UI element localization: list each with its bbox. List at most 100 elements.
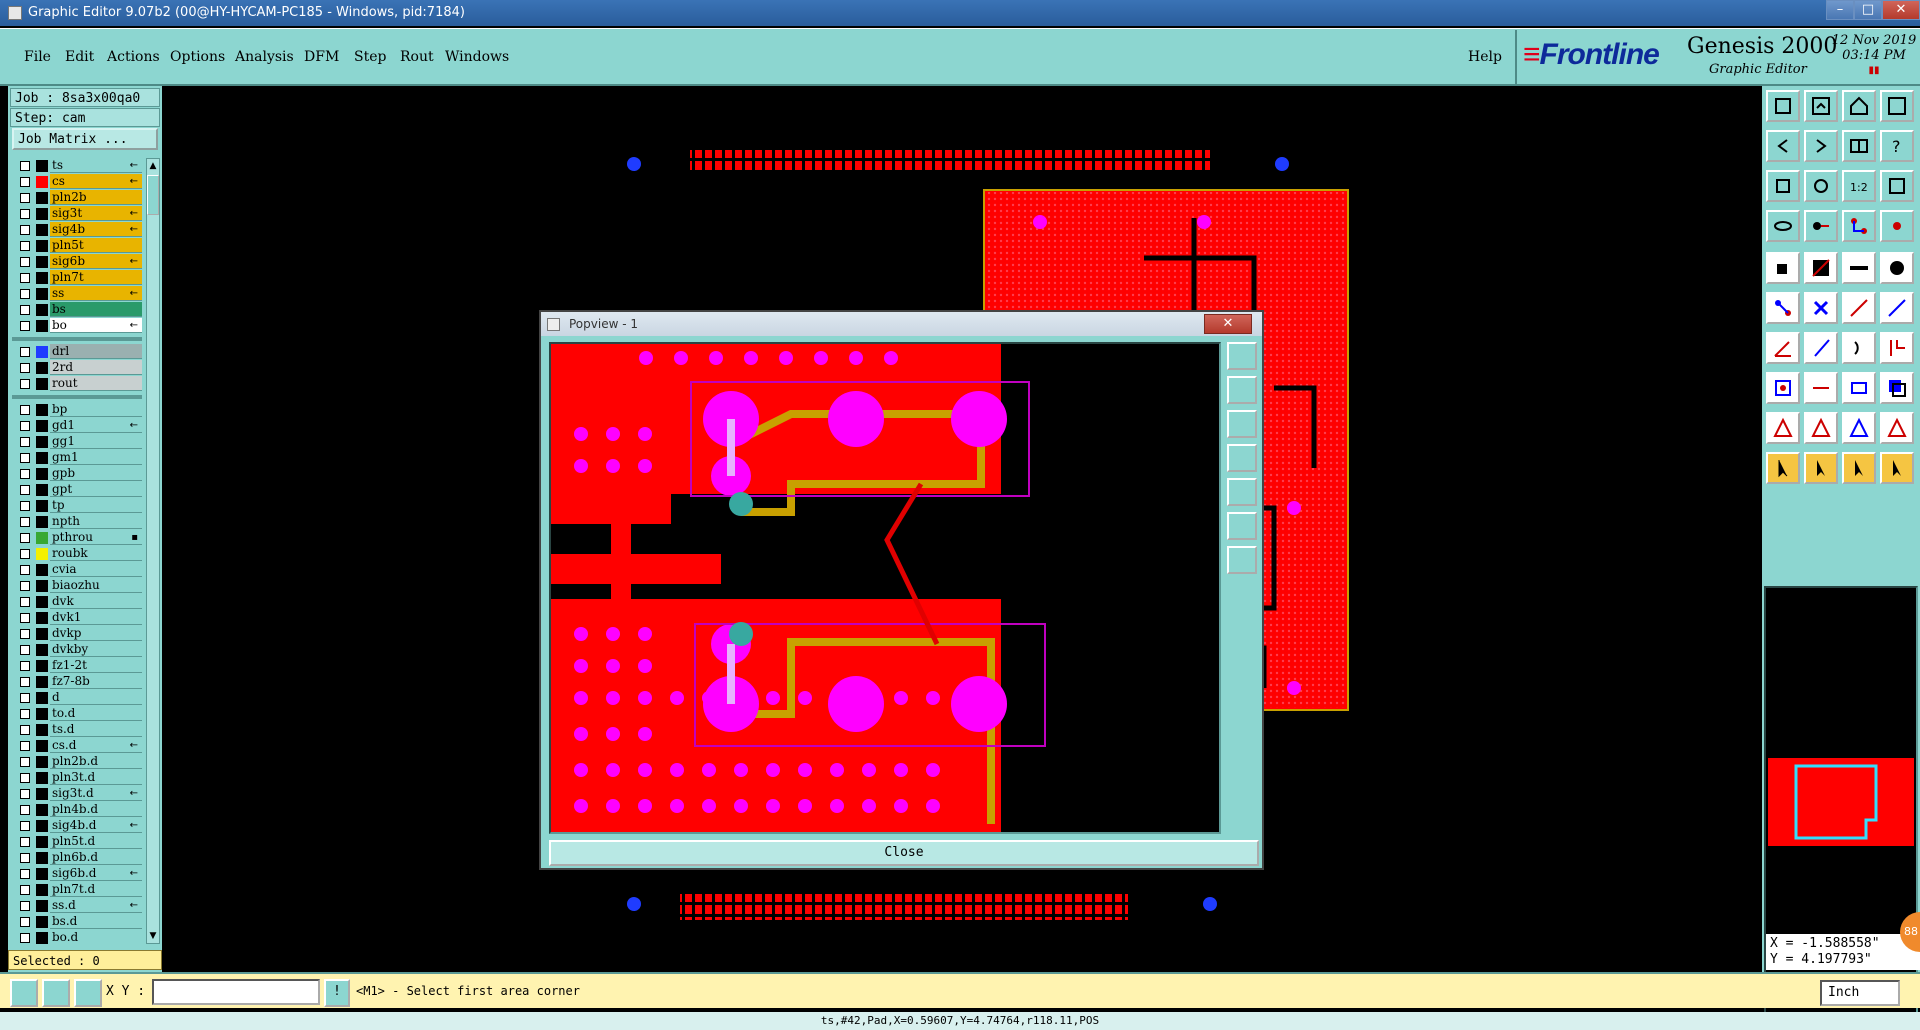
layer-color-swatch[interactable] bbox=[36, 932, 48, 944]
layer-checkbox[interactable] bbox=[20, 321, 30, 331]
xy-input[interactable] bbox=[152, 979, 320, 1005]
layer-name[interactable]: cvia bbox=[50, 562, 142, 577]
line2-tool[interactable] bbox=[1880, 292, 1914, 324]
layer-name[interactable]: bo bbox=[50, 318, 142, 333]
layer-color-swatch[interactable] bbox=[36, 304, 48, 316]
layer-checkbox[interactable] bbox=[20, 709, 30, 719]
layer-row[interactable]: pln5t bbox=[12, 238, 142, 254]
pointer4-tool[interactable] bbox=[1880, 452, 1914, 484]
layer-row[interactable]: roubk bbox=[12, 546, 142, 562]
layer-row[interactable]: 2rd bbox=[12, 360, 142, 376]
layer-color-swatch[interactable] bbox=[36, 378, 48, 390]
layer-color-swatch[interactable] bbox=[36, 468, 48, 480]
stack-tool[interactable] bbox=[1880, 372, 1914, 404]
snap-tool-button[interactable] bbox=[10, 979, 38, 1007]
layer-row[interactable]: dvk1 bbox=[12, 610, 142, 626]
swap-tool[interactable] bbox=[1842, 130, 1876, 162]
pop-pan-left-button[interactable] bbox=[1227, 444, 1257, 472]
layer-color-swatch[interactable] bbox=[36, 420, 48, 432]
layer-row[interactable]: rout bbox=[12, 376, 142, 392]
layer-scrollbar[interactable]: ▲ ▼ bbox=[146, 158, 160, 944]
layer-color-swatch[interactable] bbox=[36, 436, 48, 448]
layer-color-swatch[interactable] bbox=[36, 208, 48, 220]
layer-name[interactable]: npth bbox=[50, 514, 142, 529]
layer-row[interactable]: cvia bbox=[12, 562, 142, 578]
layer-name[interactable]: sig3t bbox=[50, 206, 142, 221]
layer-color-swatch[interactable] bbox=[36, 516, 48, 528]
arc-tool[interactable] bbox=[1842, 332, 1876, 364]
layer-row[interactable]: fz7-8b bbox=[12, 674, 142, 690]
layer-name[interactable]: pln7t.d bbox=[50, 882, 142, 897]
layer-checkbox[interactable] bbox=[20, 821, 30, 831]
layer-checkbox[interactable] bbox=[20, 581, 30, 591]
layer-color-swatch[interactable] bbox=[36, 160, 48, 172]
layer-row[interactable]: ts ← bbox=[12, 158, 142, 174]
layer-color-swatch[interactable] bbox=[36, 240, 48, 252]
layer-checkbox[interactable] bbox=[20, 789, 30, 799]
layer-row[interactable]: bo ← bbox=[12, 318, 142, 334]
menu-help[interactable]: Help bbox=[1468, 49, 1502, 65]
layer-color-swatch[interactable] bbox=[36, 256, 48, 268]
layer-row[interactable]: pln3t.d bbox=[12, 770, 142, 786]
menu-step[interactable]: Step bbox=[354, 49, 386, 65]
layer-name[interactable]: dvkby bbox=[50, 642, 142, 657]
zoom-in-tool[interactable] bbox=[1804, 90, 1838, 122]
layer-color-swatch[interactable] bbox=[36, 644, 48, 656]
layer-checkbox[interactable] bbox=[20, 901, 30, 911]
menu-actions[interactable]: Actions bbox=[107, 49, 160, 65]
pop-zoom-out-button[interactable] bbox=[1227, 410, 1257, 438]
layer-row[interactable]: sig3t ← bbox=[12, 206, 142, 222]
layer-checkbox[interactable] bbox=[20, 549, 30, 559]
layer-color-swatch[interactable] bbox=[36, 346, 48, 358]
layer-row[interactable]: gd1 ← bbox=[12, 418, 142, 434]
layer-color-swatch[interactable] bbox=[36, 916, 48, 928]
layer-name[interactable]: 2rd bbox=[50, 360, 142, 375]
layer-row[interactable]: d bbox=[12, 690, 142, 706]
layer-color-swatch[interactable] bbox=[36, 676, 48, 688]
maximize-button[interactable]: □ bbox=[1854, 0, 1882, 20]
scroll-up-icon[interactable]: ▲ bbox=[147, 159, 159, 173]
layer-color-swatch[interactable] bbox=[36, 708, 48, 720]
layer-name[interactable]: pln4b.d bbox=[50, 802, 142, 817]
layer-color-swatch[interactable] bbox=[36, 548, 48, 560]
layer-name[interactable]: pln5t.d bbox=[50, 834, 142, 849]
layer-name[interactable]: bs.d bbox=[50, 914, 142, 929]
layer-name[interactable]: sig3t.d bbox=[50, 786, 142, 801]
layer-row[interactable]: tp bbox=[12, 498, 142, 514]
add-text-tool[interactable] bbox=[1842, 252, 1876, 284]
pan-right-tool[interactable] bbox=[1804, 130, 1838, 162]
layer-checkbox[interactable] bbox=[20, 257, 30, 267]
layer-checkbox[interactable] bbox=[20, 837, 30, 847]
add-circle-tool[interactable] bbox=[1880, 252, 1914, 284]
window-icon[interactable] bbox=[1880, 90, 1914, 122]
net2-tool[interactable] bbox=[1880, 210, 1914, 242]
layer-color-swatch[interactable] bbox=[36, 788, 48, 800]
layer-color-swatch[interactable] bbox=[36, 580, 48, 592]
layer-checkbox[interactable] bbox=[20, 645, 30, 655]
net-tool[interactable] bbox=[1842, 210, 1876, 242]
layer-checkbox[interactable] bbox=[20, 379, 30, 389]
pop-fit-button[interactable] bbox=[1227, 512, 1257, 540]
zoom-home-tool[interactable] bbox=[1766, 90, 1800, 122]
layer-checkbox[interactable] bbox=[20, 693, 30, 703]
layer-checkbox[interactable] bbox=[20, 725, 30, 735]
scroll-thumb[interactable] bbox=[147, 175, 159, 215]
layer-checkbox[interactable] bbox=[20, 773, 30, 783]
layer-name[interactable]: dvk1 bbox=[50, 610, 142, 625]
fit-tool[interactable] bbox=[1766, 170, 1800, 202]
graphic-canvas[interactable]: Popview - 1 ✕ Close bbox=[164, 88, 1760, 970]
layer-row[interactable]: pln7t bbox=[12, 270, 142, 286]
layer-name[interactable]: biaozhu bbox=[50, 578, 142, 593]
layer-row[interactable]: to.d bbox=[12, 706, 142, 722]
layer-name[interactable]: d bbox=[50, 690, 142, 705]
layer-color-swatch[interactable] bbox=[36, 852, 48, 864]
layer-row[interactable]: bo.d bbox=[12, 930, 142, 944]
layer-checkbox[interactable] bbox=[20, 885, 30, 895]
layer-color-swatch[interactable] bbox=[36, 320, 48, 332]
layer-row[interactable]: sig4b.d ← bbox=[12, 818, 142, 834]
layer-row[interactable]: sig6b ← bbox=[12, 254, 142, 270]
layer-color-swatch[interactable] bbox=[36, 452, 48, 464]
layer-name[interactable]: roubk bbox=[50, 546, 142, 561]
layer-name[interactable]: cs.d bbox=[50, 738, 142, 753]
copy-tool[interactable] bbox=[1842, 372, 1876, 404]
